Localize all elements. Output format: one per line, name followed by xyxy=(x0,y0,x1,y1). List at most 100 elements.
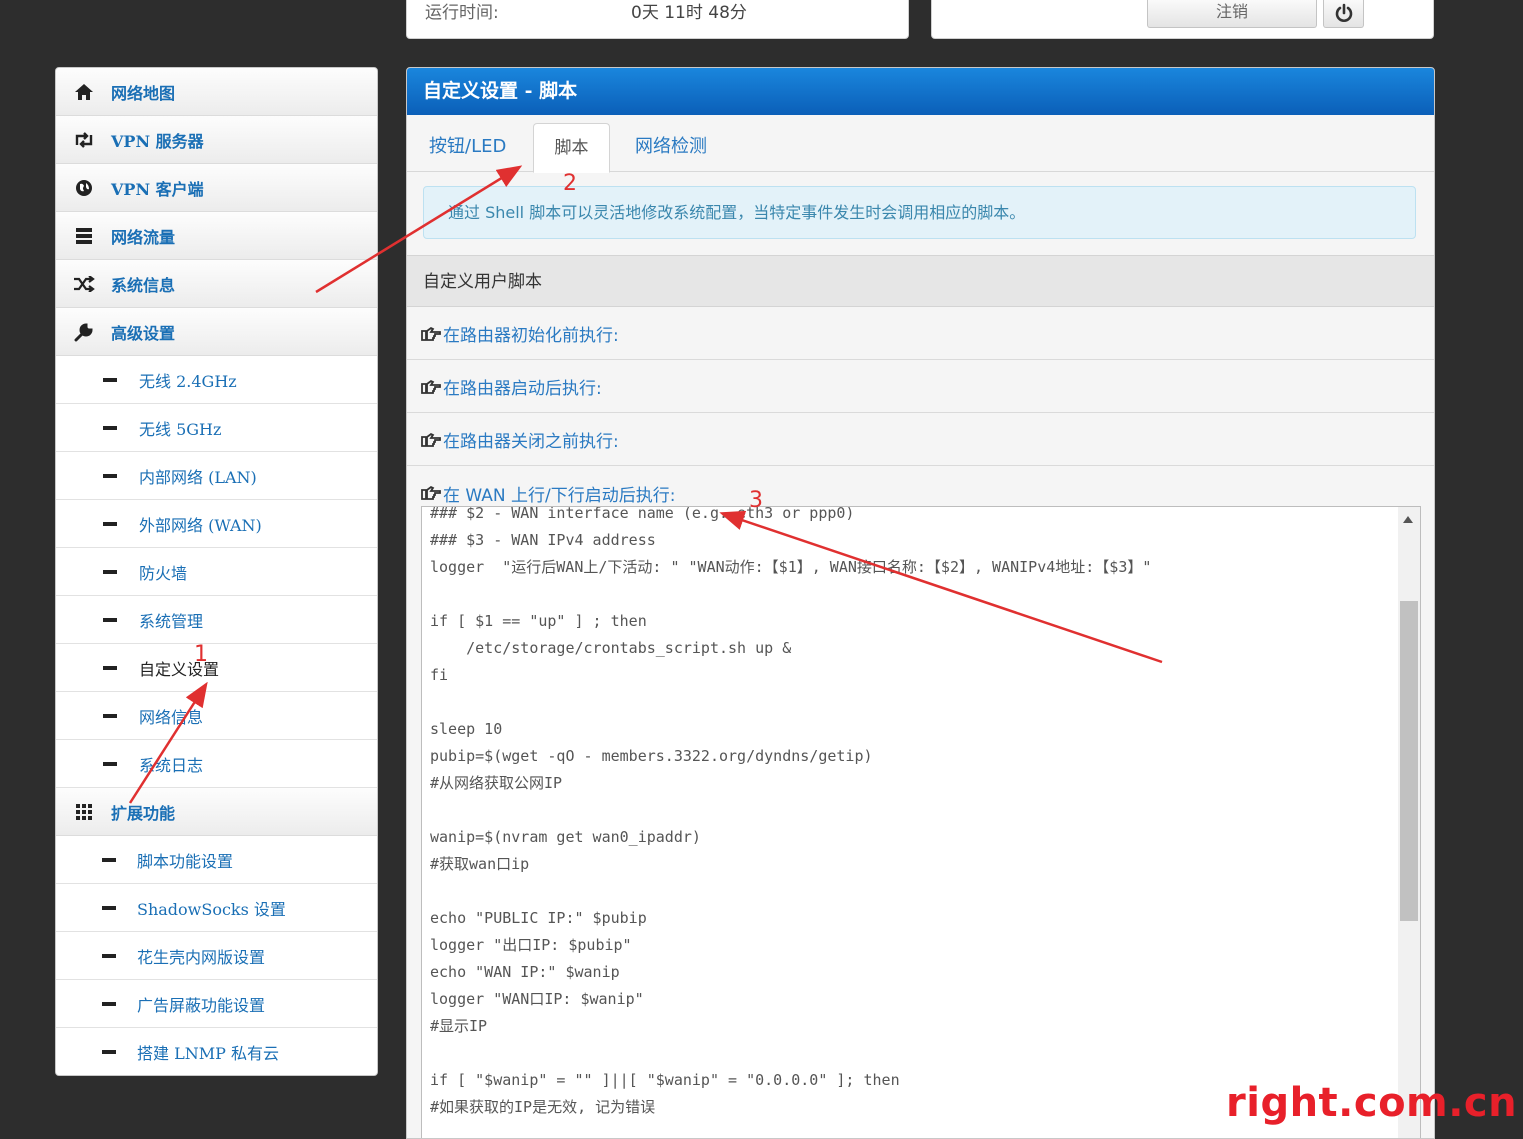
tab-script[interactable]: 脚本 xyxy=(533,123,610,173)
sidebar-subitem-admin[interactable]: 系统管理 xyxy=(56,596,377,644)
sidebar-subitem-script-settings[interactable]: 脚本功能设置 xyxy=(56,836,377,884)
code-line: echo "PUBLIC IP:" $pubip xyxy=(430,909,647,927)
sidebar-subitem-wireless-5[interactable]: 无线 5GHz xyxy=(56,404,377,452)
sidebar-item-advanced[interactable]: 高级设置 xyxy=(56,308,377,356)
sidebar-subitem-network-info[interactable]: 网络信息 xyxy=(56,692,377,740)
main-panel: 自定义设置 - 脚本 按钮/LED 脚本 网络检测 通过 Shell 脚本可以灵… xyxy=(406,67,1435,1139)
tab-bar: 按钮/LED 脚本 网络检测 xyxy=(407,115,1434,173)
sidebar-subitem-label: 无线 5GHz xyxy=(139,419,222,439)
sidebar-subitem-system-log[interactable]: 系统日志 xyxy=(56,740,377,788)
code-line: logger "出口IP: $pubip" xyxy=(430,936,632,954)
power-button[interactable] xyxy=(1323,0,1364,28)
sidebar-item-vpn-server[interactable]: VPN 服务器 xyxy=(56,116,377,164)
tab-network-check[interactable]: 网络检测 xyxy=(635,123,707,171)
sidebar-item-system-info[interactable]: 系统信息 xyxy=(56,260,377,308)
grid-icon xyxy=(71,801,97,823)
code-line: #显示IP xyxy=(430,1017,488,1035)
logout-button[interactable]: 注销 xyxy=(1147,0,1317,28)
tab-buttons-led[interactable]: 按钮/LED xyxy=(429,123,506,171)
hand-right-icon xyxy=(421,326,441,341)
code-line: if [ $1 == "up" ] ; then xyxy=(430,612,647,630)
sidebar-subitem-label: 系统日志 xyxy=(139,755,204,775)
script-row-shutdown[interactable]: 在路由器关闭之前执行: xyxy=(407,414,1434,466)
sidebar-subitem-lnmp[interactable]: 搭建 LNMP 私有云 xyxy=(56,1028,377,1075)
sidebar-item-label: VPN 服务器 xyxy=(111,131,204,151)
annotation-number-3: 3 xyxy=(749,488,763,513)
dash-icon xyxy=(103,617,117,622)
hand-right-icon xyxy=(421,485,441,500)
dash-icon xyxy=(102,953,116,958)
sidebar-subitem-lan[interactable]: 内部网络 (LAN) xyxy=(56,452,377,500)
scrollbar[interactable] xyxy=(1398,507,1420,1138)
dash-icon xyxy=(103,761,117,766)
power-icon xyxy=(1335,3,1352,22)
sidebar-item-label: 系统信息 xyxy=(111,275,176,295)
dash-icon xyxy=(102,1001,116,1006)
sidebar-subitem-label: 无线 2.4GHz xyxy=(139,371,237,391)
script-row-init[interactable]: 在路由器初始化前执行: xyxy=(407,308,1434,360)
code-line: wanip=$(nvram get wan0_ipaddr) xyxy=(430,828,701,846)
sidebar-subitem-customization[interactable]: 自定义设置 xyxy=(56,644,377,692)
code-line: logger "WAN口IP: $wanip" xyxy=(430,990,644,1008)
sidebar-subitem-adblock[interactable]: 广告屏蔽功能设置 xyxy=(56,980,377,1028)
dash-icon xyxy=(103,521,117,526)
sidebar: 网络地图 VPN 服务器 VPN 客户端 网络流量 系统信息 高级设置 无线 2… xyxy=(55,67,378,1076)
sidebar-subitem-shadowsocks[interactable]: ShadowSocks 设置 xyxy=(56,884,377,932)
dash-icon xyxy=(102,905,116,910)
sidebar-subitem-label: ShadowSocks 设置 xyxy=(137,899,286,919)
sidebar-subitem-label: 脚本功能设置 xyxy=(137,851,234,871)
sidebar-item-label: 网络地图 xyxy=(111,83,176,103)
sidebar-item-extensions[interactable]: 扩展功能 xyxy=(56,788,377,836)
sidebar-subitem-wireless-24[interactable]: 无线 2.4GHz xyxy=(56,356,377,404)
dash-icon xyxy=(103,377,117,382)
home-icon xyxy=(71,81,97,103)
script-row-label: 在 WAN 上行/下行启动后执行: xyxy=(443,485,676,506)
sidebar-item-vpn-client[interactable]: VPN 客户端 xyxy=(56,164,377,212)
sidebar-subitem-label: 花生壳内网版设置 xyxy=(137,947,266,967)
script-editor[interactable]: ### $2 - WAN interface name (e.g. eth3 o… xyxy=(421,506,1421,1138)
script-row-startup[interactable]: 在路由器启动后执行: xyxy=(407,361,1434,413)
hand-right-icon xyxy=(421,379,441,394)
script-row-label: 在路由器启动后执行: xyxy=(443,379,602,399)
sidebar-item-network-map[interactable]: 网络地图 xyxy=(56,68,377,116)
sidebar-item-label: VPN 客户端 xyxy=(111,179,204,199)
status-box: 运行时间: 0天 11时 48分 xyxy=(406,0,909,39)
sidebar-item-label: 高级设置 xyxy=(111,323,176,343)
sidebar-subitem-label: 防火墙 xyxy=(139,563,188,583)
sidebar-subitem-firewall[interactable]: 防火墙 xyxy=(56,548,377,596)
wrench-icon xyxy=(71,321,97,343)
annotation-number-1: 1 xyxy=(194,642,208,667)
dash-icon xyxy=(103,425,117,430)
scroll-thumb[interactable] xyxy=(1400,601,1418,921)
sidebar-subitem-label: 搭建 LNMP 私有云 xyxy=(137,1043,279,1063)
watermark: right.com.cn xyxy=(1226,1080,1518,1126)
sidebar-subitem-wan[interactable]: 外部网络 (WAN) xyxy=(56,500,377,548)
uptime-label: 运行时间: xyxy=(425,3,499,23)
globe-icon xyxy=(71,177,97,199)
sidebar-item-label: 扩展功能 xyxy=(111,803,176,823)
hand-right-icon xyxy=(421,432,441,447)
dash-icon xyxy=(103,713,117,718)
code-line: ### $2 - WAN interface name (e.g. eth3 o… xyxy=(430,506,855,522)
code-line: echo "WAN IP:" $wanip xyxy=(430,963,620,981)
server-icon xyxy=(71,225,97,247)
code-line: ### $3 - WAN IPv4 address xyxy=(430,531,656,549)
account-box: 注销 xyxy=(931,0,1434,39)
code-line: #从网络获取公网IP xyxy=(430,774,563,792)
section-title: 自定义用户脚本 xyxy=(407,255,1434,307)
code-line: #获取wan口ip xyxy=(430,855,530,873)
sidebar-item-traffic[interactable]: 网络流量 xyxy=(56,212,377,260)
code-line: /etc/storage/crontabs_script.sh up & xyxy=(430,639,792,657)
page-title: 自定义设置 - 脚本 xyxy=(407,68,1434,115)
sidebar-subitem-label: 网络信息 xyxy=(139,707,204,727)
dash-icon xyxy=(103,569,117,574)
retweet-icon xyxy=(71,129,97,151)
sidebar-subitem-label: 内部网络 (LAN) xyxy=(139,467,257,487)
sidebar-subitem-label: 系统管理 xyxy=(139,611,204,631)
scroll-up-icon[interactable] xyxy=(1403,516,1413,523)
code-line: pubip=$(wget -qO - members.3322.org/dynd… xyxy=(430,747,873,765)
sidebar-subitem-oray[interactable]: 花生壳内网版设置 xyxy=(56,932,377,980)
